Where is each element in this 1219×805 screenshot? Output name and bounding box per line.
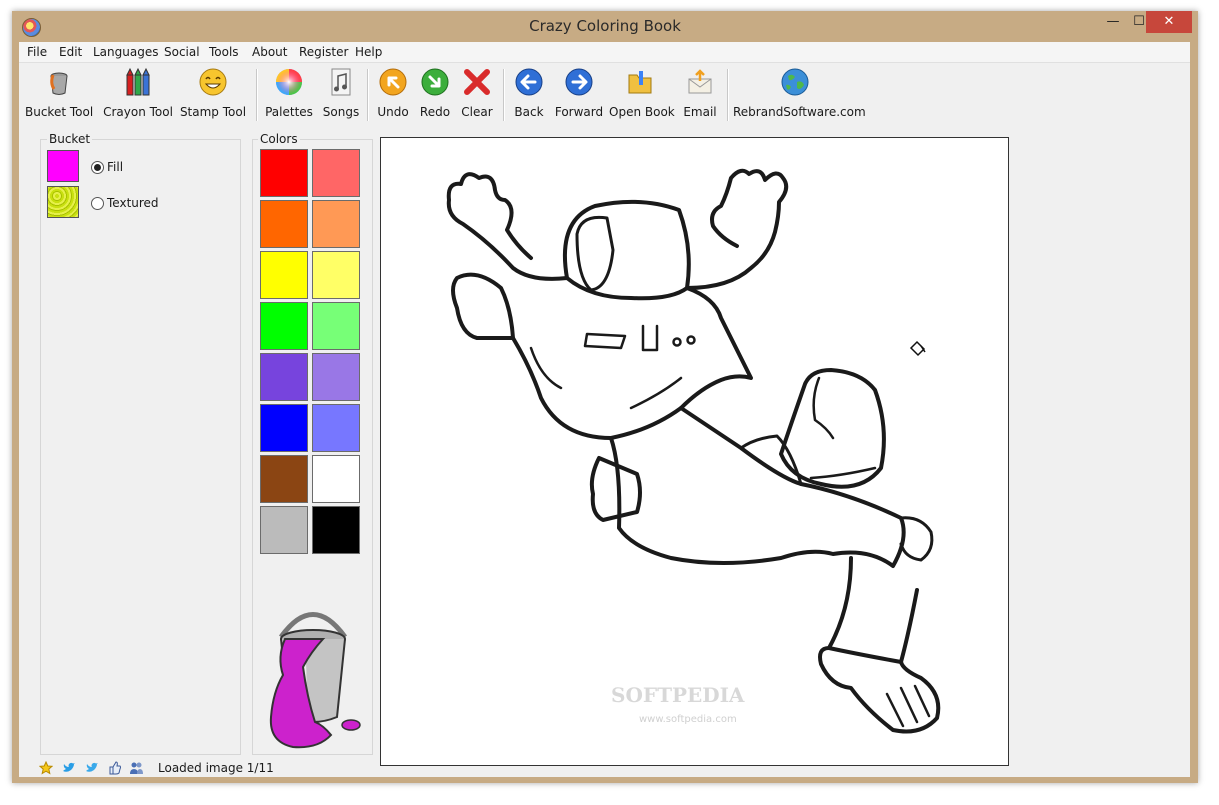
- back-button[interactable]: Back: [509, 65, 549, 121]
- smiley-icon: [199, 68, 227, 96]
- palettes-label: Palettes: [265, 105, 313, 119]
- color-swatch[interactable]: [312, 149, 360, 197]
- client-area: File Edit Languages Social Tools About R…: [19, 42, 1190, 777]
- clear-x-icon: [464, 69, 490, 95]
- redo-icon: [421, 68, 449, 96]
- color-wheel-icon: [276, 69, 302, 95]
- color-swatch[interactable]: [312, 251, 360, 299]
- color-swatch[interactable]: [260, 353, 308, 401]
- color-swatch[interactable]: [260, 149, 308, 197]
- toolbar-separator: [367, 69, 369, 121]
- color-swatch[interactable]: [260, 251, 308, 299]
- back-label: Back: [514, 105, 544, 119]
- toolbar-separator: [256, 69, 258, 121]
- paint-bucket-illustration: [269, 612, 361, 749]
- menu-bar: File Edit Languages Social Tools About R…: [19, 42, 1190, 63]
- globe-icon: [781, 68, 809, 96]
- toolbar: Bucket Tool Crayon Tool Stamp Tool Palet…: [19, 63, 1190, 125]
- bucket-tool-label: Bucket Tool: [25, 105, 94, 119]
- status-text: Loaded image 1/11: [158, 761, 274, 775]
- twitter-icon[interactable]: [62, 761, 76, 775]
- crayon-tool-button[interactable]: Crayon Tool: [103, 65, 173, 121]
- colors-panel-title: Colors: [258, 132, 300, 146]
- stamp-tool-button[interactable]: Stamp Tool: [179, 65, 247, 121]
- undo-button[interactable]: Undo: [373, 65, 413, 121]
- menu-help[interactable]: Help: [355, 45, 382, 59]
- open-book-label: Open Book: [609, 105, 675, 119]
- fill-radio[interactable]: [91, 161, 104, 174]
- color-swatch[interactable]: [312, 506, 360, 554]
- watermark-url: www.softpedia.com: [639, 714, 737, 725]
- watermark-text: SOFTPEDIA: [611, 683, 745, 707]
- rebrand-button[interactable]: RebrandSoftware.com: [733, 65, 866, 121]
- menu-about[interactable]: About: [252, 45, 287, 59]
- color-swatch[interactable]: [312, 455, 360, 503]
- color-swatch[interactable]: [260, 506, 308, 554]
- email-button[interactable]: Email: [679, 65, 721, 121]
- clear-label: Clear: [461, 105, 493, 119]
- bucket-panel: [40, 139, 241, 755]
- clear-button[interactable]: Clear: [457, 65, 497, 121]
- bucket-panel-title: Bucket: [47, 132, 93, 146]
- forward-label: Forward: [554, 105, 604, 119]
- color-swatch[interactable]: [312, 302, 360, 350]
- bucket-tool-button[interactable]: Bucket Tool: [25, 65, 93, 121]
- folder-icon: [628, 71, 652, 94]
- color-swatch[interactable]: [260, 404, 308, 452]
- menu-social[interactable]: Social: [164, 45, 200, 59]
- menu-languages[interactable]: Languages: [93, 45, 158, 59]
- color-swatch[interactable]: [260, 302, 308, 350]
- email-label: Email: [683, 105, 717, 119]
- astronaut-drawing: SOFTPEDIA www.softpedia.com: [446, 168, 941, 734]
- stamp-tool-label: Stamp Tool: [179, 105, 247, 119]
- title-bar[interactable]: Crazy Coloring Book — ☐ ✕: [12, 11, 1198, 43]
- menu-file[interactable]: File: [27, 45, 47, 59]
- coloring-canvas[interactable]: SOFTPEDIA www.softpedia.com: [380, 137, 1009, 766]
- close-button[interactable]: ✕: [1146, 11, 1192, 33]
- color-swatch[interactable]: [260, 200, 308, 248]
- songs-label: Songs: [322, 105, 360, 119]
- star-icon[interactable]: [39, 761, 53, 775]
- color-swatch[interactable]: [312, 404, 360, 452]
- palettes-button[interactable]: Palettes: [263, 65, 315, 121]
- email-icon: [688, 69, 712, 94]
- status-bar: Loaded image 1/11: [19, 758, 1190, 778]
- app-window: Crazy Coloring Book — ☐ ✕ File Edit Lang…: [12, 11, 1198, 783]
- toolbar-separator: [503, 69, 505, 121]
- rebrand-label: RebrandSoftware.com: [733, 105, 866, 119]
- forward-button[interactable]: Forward: [553, 65, 605, 121]
- songs-button[interactable]: Songs: [321, 65, 361, 121]
- undo-label: Undo: [377, 105, 409, 119]
- forward-arrow-icon: [565, 68, 593, 96]
- music-note-icon: [331, 68, 351, 96]
- color-swatch[interactable]: [260, 455, 308, 503]
- back-arrow-icon: [515, 68, 543, 96]
- texture-swatch[interactable]: [47, 186, 79, 218]
- crayon-tool-label: Crayon Tool: [103, 105, 173, 119]
- twitter-share-icon[interactable]: [85, 761, 99, 775]
- fill-radio-label: Fill: [107, 160, 124, 174]
- toolbar-separator: [727, 69, 729, 121]
- window-title: Crazy Coloring Book: [529, 17, 681, 35]
- color-swatch[interactable]: [312, 353, 360, 401]
- menu-register[interactable]: Register: [299, 45, 348, 59]
- color-swatch[interactable]: [312, 200, 360, 248]
- redo-label: Redo: [419, 105, 451, 119]
- undo-icon: [379, 68, 407, 96]
- textured-radio-label: Textured: [107, 196, 159, 210]
- fill-color-swatch[interactable]: [47, 150, 79, 182]
- bucket-icon: [50, 72, 68, 95]
- bucket-cursor-icon: [909, 340, 926, 357]
- like-icon[interactable]: [108, 761, 122, 775]
- redo-button[interactable]: Redo: [415, 65, 455, 121]
- menu-tools[interactable]: Tools: [209, 45, 239, 59]
- crayon-icon: [126, 67, 150, 96]
- textured-radio[interactable]: [91, 197, 104, 210]
- friends-icon[interactable]: [129, 761, 143, 775]
- menu-edit[interactable]: Edit: [59, 45, 82, 59]
- open-book-button[interactable]: Open Book: [609, 65, 675, 121]
